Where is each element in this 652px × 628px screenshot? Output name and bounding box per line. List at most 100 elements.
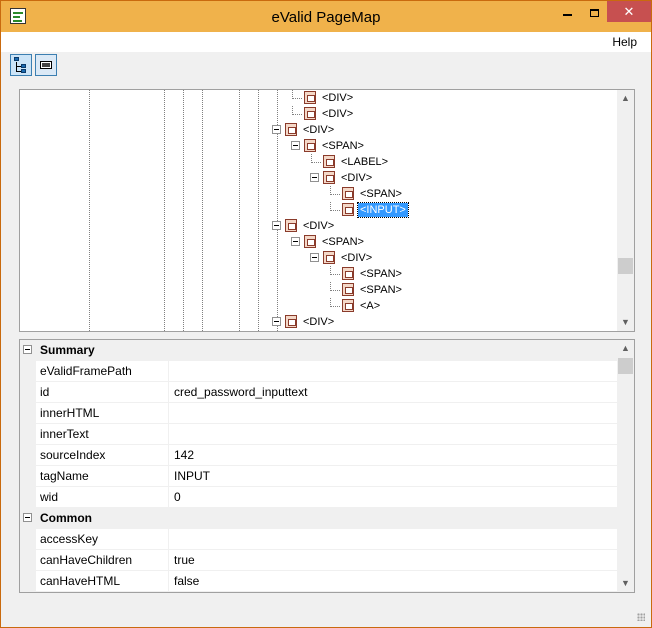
tree-node[interactable]: <DIV>	[20, 250, 610, 266]
property-row[interactable]: canHaveHTML false	[36, 571, 618, 592]
property-name: innerText	[36, 424, 169, 445]
property-value[interactable]: cred_password_inputtext	[170, 382, 618, 403]
tree-node-label[interactable]: <SPAN>	[358, 267, 404, 281]
tree-view-button[interactable]	[10, 54, 32, 76]
property-value[interactable]: INPUT	[170, 466, 618, 487]
collapse-icon[interactable]	[310, 173, 319, 182]
html-element-icon	[285, 123, 297, 136]
scroll-thumb[interactable]	[618, 258, 633, 274]
menu-help[interactable]: Help	[612, 35, 637, 49]
grid-gutter	[20, 340, 36, 592]
collapse-icon[interactable]	[291, 141, 300, 150]
tree-node[interactable]: <DIV>	[20, 170, 610, 186]
minimize-icon	[563, 13, 572, 16]
close-icon: ✕	[623, 4, 635, 19]
property-row[interactable]: eValidFramePath	[36, 361, 618, 382]
status-bar	[1, 603, 651, 627]
property-value[interactable]	[170, 529, 618, 550]
property-name: tagName	[36, 466, 169, 487]
scroll-thumb[interactable]	[618, 358, 633, 374]
tree-node[interactable]: <INPUT>	[20, 202, 610, 218]
html-element-icon	[323, 251, 335, 264]
property-value[interactable]	[170, 361, 618, 382]
tree-node-label[interactable]: <LABEL>	[339, 155, 390, 169]
tree-node-label[interactable]: <DIV>	[301, 123, 336, 137]
tree-node[interactable]: <LABEL>	[20, 154, 610, 170]
property-value[interactable]: 0	[170, 487, 618, 508]
tree-node[interactable]: <DIV>	[20, 90, 610, 106]
memory-icon	[40, 61, 52, 69]
property-value[interactable]: true	[170, 550, 618, 571]
html-element-icon	[342, 299, 354, 312]
collapse-icon[interactable]	[23, 345, 32, 354]
html-element-icon	[342, 283, 354, 296]
collapse-icon[interactable]	[310, 253, 319, 262]
tree-node-label[interactable]: <DIV>	[301, 315, 336, 329]
tree-scrollbar[interactable]: ▲ ▼	[617, 90, 634, 331]
title-bar[interactable]: eValid PageMap ✕	[1, 1, 651, 32]
tree-node[interactable]: <SPAN>	[20, 266, 610, 282]
tree-node-label[interactable]: <SPAN>	[358, 187, 404, 201]
property-name: wid	[36, 487, 169, 508]
collapse-icon[interactable]	[272, 221, 281, 230]
collapse-icon[interactable]	[291, 237, 300, 246]
tree-node-label[interactable]: <SPAN>	[320, 235, 366, 249]
property-row[interactable]: wid 0	[36, 487, 618, 508]
tree-node-label[interactable]: <DIV>	[339, 171, 374, 185]
property-row[interactable]: id cred_password_inputtext	[36, 382, 618, 403]
tree-node[interactable]: <SPAN>	[20, 234, 610, 250]
tree-node-label[interactable]: <DIV>	[301, 219, 336, 233]
scroll-up-icon[interactable]: ▲	[617, 340, 634, 357]
property-value[interactable]: false	[170, 571, 618, 592]
tree-node[interactable]: <SPAN>	[20, 186, 610, 202]
html-element-icon	[323, 171, 335, 184]
resize-grip-icon[interactable]	[637, 613, 645, 621]
property-name: canHaveChildren	[36, 550, 169, 571]
app-window: eValid PageMap ✕ Help <DIV> <DIV> <DIV> …	[0, 0, 652, 628]
property-value[interactable]	[170, 424, 618, 445]
html-element-icon	[304, 139, 316, 152]
tree-node-label[interactable]: <SPAN>	[358, 283, 404, 297]
property-row[interactable]: accessKey	[36, 529, 618, 550]
scroll-up-icon[interactable]: ▲	[617, 90, 634, 107]
category-row[interactable]: Common	[20, 508, 618, 529]
html-element-icon	[342, 267, 354, 280]
collapse-icon[interactable]	[272, 317, 281, 326]
dom-tree-view[interactable]: <DIV> <DIV> <DIV> <SPAN> <LABEL> <DIV> <SPAN> <…	[19, 89, 635, 332]
tree-node[interactable]: <DIV>	[20, 314, 610, 330]
property-name: innerHTML	[36, 403, 169, 424]
tree-node[interactable]: <A>	[20, 298, 610, 314]
property-row[interactable]: innerText	[36, 424, 618, 445]
memory-view-button[interactable]	[35, 54, 57, 76]
minimize-button[interactable]	[554, 1, 581, 22]
maximize-button[interactable]	[581, 1, 607, 22]
tree-node[interactable]: <DIV>	[20, 122, 610, 138]
tree-node-label[interactable]: <DIV>	[320, 107, 355, 121]
tree-node[interactable]: <SPAN>	[20, 282, 610, 298]
category-row[interactable]: Summary	[20, 340, 618, 361]
tree-node-label[interactable]: <DIV>	[320, 91, 355, 105]
grid-scrollbar[interactable]: ▲ ▼	[617, 340, 634, 592]
tree-node[interactable]: <DIV>	[20, 218, 610, 234]
collapse-icon[interactable]	[23, 513, 32, 522]
scroll-down-icon[interactable]: ▼	[617, 575, 634, 592]
tree-node-label[interactable]: <SPAN>	[320, 139, 366, 153]
property-row[interactable]: innerHTML	[36, 403, 618, 424]
close-button[interactable]: ✕	[607, 1, 651, 22]
property-value[interactable]: 142	[170, 445, 618, 466]
scroll-down-icon[interactable]: ▼	[617, 314, 634, 331]
tree-node[interactable]: <SPAN>	[20, 138, 610, 154]
tree-node-label-selected[interactable]: <INPUT>	[357, 202, 409, 218]
tree-node-label[interactable]: <A>	[358, 299, 382, 313]
property-grid[interactable]: Summary eValidFramePath id cred_password_in…	[19, 339, 635, 593]
maximize-icon	[589, 8, 599, 17]
property-name: sourceIndex	[36, 445, 169, 466]
property-row[interactable]: sourceIndex 142	[36, 445, 618, 466]
property-name: accessKey	[36, 529, 169, 550]
collapse-icon[interactable]	[272, 125, 281, 134]
tree-node-label[interactable]: <DIV>	[339, 251, 374, 265]
property-value[interactable]	[170, 403, 618, 424]
tree-node[interactable]: <DIV>	[20, 106, 610, 122]
property-row[interactable]: canHaveChildren true	[36, 550, 618, 571]
property-row[interactable]: tagName INPUT	[36, 466, 618, 487]
